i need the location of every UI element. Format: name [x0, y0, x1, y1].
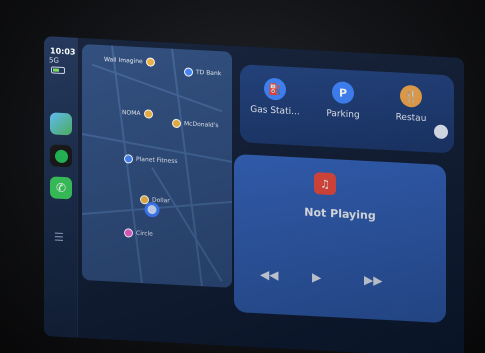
audio-waveform-icon: ♫	[314, 172, 336, 196]
sidebar: 10:03 5G ✆ ☰	[44, 36, 78, 338]
poi-marker[interactable]: NOMA	[122, 108, 153, 119]
poi-label: Planet Fitness	[136, 155, 178, 165]
poi-marker[interactable]: Circle	[124, 228, 153, 239]
poi-label: TD Bank	[196, 68, 222, 78]
rewind-button[interactable]: ◀◀	[260, 267, 278, 282]
poi-marker[interactable]: Dollar	[140, 195, 170, 206]
map-view[interactable]: Wall Imagine TD Bank NOMA McDonald's Pla…	[82, 43, 232, 288]
poi-icon	[145, 57, 155, 67]
now-playing-status: Not Playing	[304, 205, 376, 223]
poi-label: NOMA	[122, 109, 141, 118]
poi-icon	[140, 195, 149, 205]
destination-suggestions: ⛽ Gas Stati... P Parking 🍴 Restau	[240, 64, 454, 154]
poi-icon	[172, 118, 181, 129]
fast-forward-button[interactable]: ▶▶	[364, 273, 382, 288]
car-bezel: 10:03 5G ✆ ☰ Wall Imagine TD Bank NOMA M…	[0, 0, 485, 353]
parking-icon: P	[332, 81, 354, 105]
gas-station-button[interactable]: ⛽ Gas Stati...	[244, 76, 306, 117]
status-time: 10:03	[50, 46, 76, 57]
poi-label: Dollar	[152, 196, 170, 205]
spotify-app-icon[interactable]	[50, 144, 72, 168]
phone-app-icon[interactable]: ✆	[50, 176, 72, 200]
toggle-handle[interactable]	[434, 124, 448, 140]
poi-icon	[184, 67, 193, 77]
restaurant-icon: 🍴	[400, 84, 422, 108]
poi-icon	[143, 109, 153, 119]
spotify-logo-icon	[54, 149, 68, 163]
play-button[interactable]: ▶	[312, 270, 321, 284]
poi-label: McDonald's	[184, 120, 219, 130]
poi-label: Circle	[136, 229, 153, 238]
poi-icon	[124, 154, 133, 164]
now-playing-widget[interactable]: ♫ Not Playing ◀◀ ▶ ▶▶	[234, 153, 446, 324]
status-signal: 5G	[49, 56, 59, 65]
parking-button[interactable]: P Parking	[312, 80, 374, 121]
restaurant-label: Restau	[395, 112, 427, 125]
gas-station-label: Gas Stati...	[250, 104, 300, 118]
battery-icon	[51, 66, 65, 75]
poi-icon	[124, 228, 133, 238]
app-grid-icon[interactable]: ☰	[54, 231, 64, 245]
poi-marker[interactable]: TD Bank	[184, 67, 221, 78]
poi-label: Wall Imagine	[104, 56, 143, 66]
gas-station-icon: ⛽	[264, 77, 286, 101]
maps-app-icon[interactable]	[50, 112, 72, 136]
parking-label: Parking	[326, 108, 360, 121]
carplay-screen: 10:03 5G ✆ ☰ Wall Imagine TD Bank NOMA M…	[44, 36, 464, 353]
restaurant-button[interactable]: 🍴 Restau	[380, 84, 442, 125]
